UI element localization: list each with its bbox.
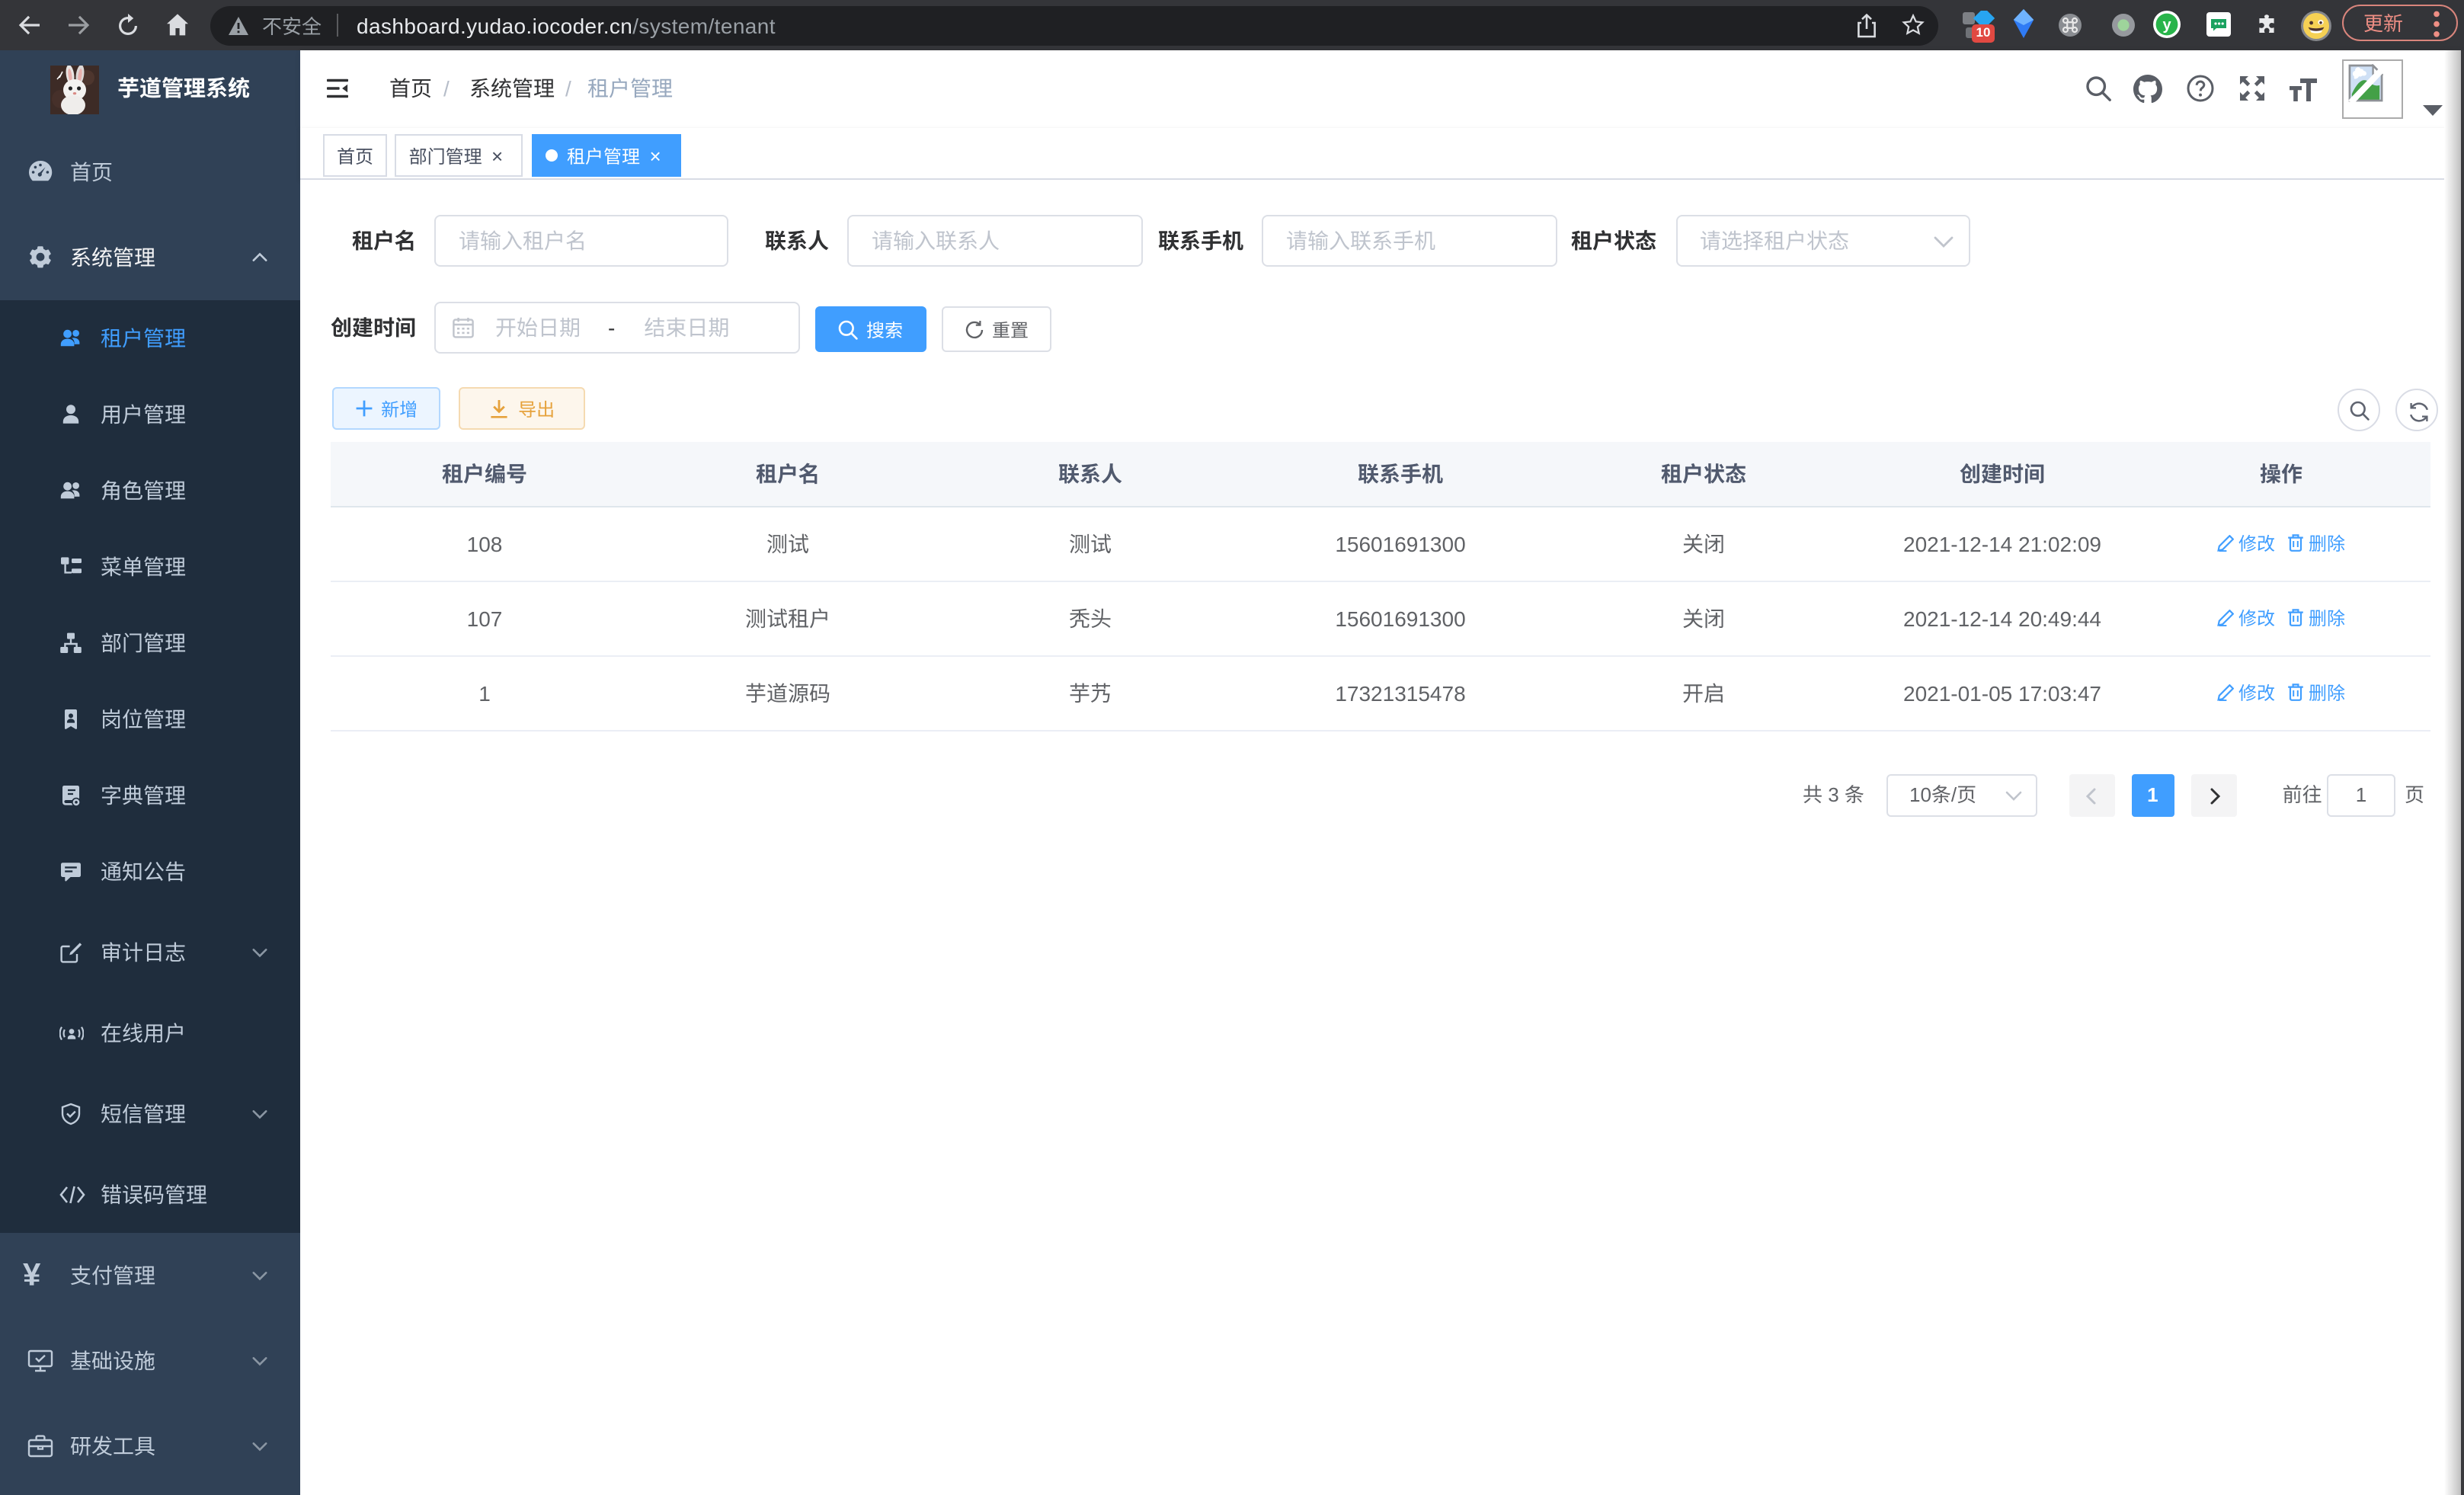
svg-text:y: y (2162, 17, 2171, 34)
